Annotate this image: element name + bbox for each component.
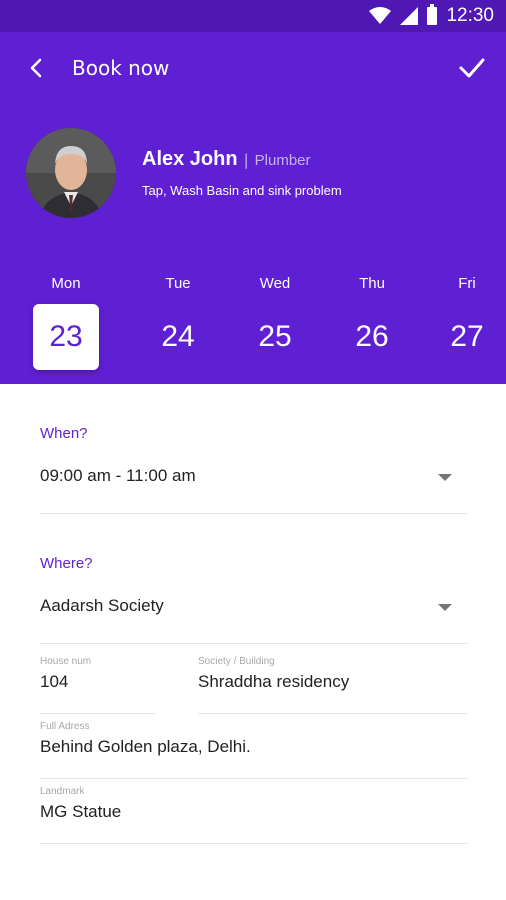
landmark-label: Landmark <box>40 786 85 797</box>
full-address-label: Full Adress <box>40 721 90 732</box>
full-address-value: Behind Golden plaza, Delhi. <box>40 737 251 756</box>
society-value: Shraddha residency <box>198 672 350 691</box>
society-label: Society / Building <box>198 656 275 667</box>
app-bar: Book now <box>0 32 506 104</box>
status-bar: 12:30 <box>0 0 506 32</box>
day-name: Thu <box>359 275 385 292</box>
day-tue[interactable]: Tue 24 <box>136 270 220 370</box>
day-wed[interactable]: Wed 25 <box>233 270 317 370</box>
day-date: 25 <box>258 320 292 353</box>
time-slot-value: 09:00 am - 11:00 am <box>40 466 196 485</box>
full-address-field[interactable]: Full Adress Behind Golden plaza, Delhi. <box>40 721 468 779</box>
landmark-field[interactable]: Landmark MG Statue <box>40 786 468 844</box>
provider-avatar <box>26 128 116 218</box>
day-date: 23 <box>33 304 99 370</box>
house-num-value: 104 <box>40 672 69 691</box>
day-date: 24 <box>161 320 195 353</box>
job-description: Tap, Wash Basin and sink problem <box>142 183 342 198</box>
avatar-photo-icon <box>26 128 116 218</box>
when-label: When? <box>40 425 88 442</box>
dropdown-arrow-icon <box>438 604 452 611</box>
landmark-value: MG Statue <box>40 802 122 821</box>
house-num-field[interactable]: House num 104 <box>40 656 156 714</box>
area-select[interactable]: Aadarsh Society <box>40 582 468 644</box>
day-thu[interactable]: Thu 26 <box>330 270 414 370</box>
confirm-button[interactable] <box>456 52 488 84</box>
day-fri[interactable]: Fri 27 <box>425 270 506 370</box>
page-title: Book now <box>72 56 170 80</box>
day-name: Mon <box>51 275 81 292</box>
day-date: 26 <box>355 320 389 353</box>
time-slot-select[interactable]: 09:00 am - 11:00 am <box>40 452 468 514</box>
day-mon[interactable]: Mon 23 <box>24 270 108 370</box>
provider-name: Alex John <box>142 148 238 170</box>
date-picker: Mon 23 Tue 24 Wed 25 Thu 26 Fri 27 <box>0 270 506 384</box>
chevron-left-icon <box>30 58 42 78</box>
back-button[interactable] <box>20 52 52 84</box>
day-name: Tue <box>165 275 191 292</box>
battery-icon <box>427 4 438 25</box>
society-field[interactable]: Society / Building Shraddha residency <box>198 656 468 714</box>
house-num-label: House num <box>40 656 92 667</box>
signal-icon <box>400 7 419 25</box>
where-label: Where? <box>40 555 93 572</box>
area-value: Aadarsh Society <box>40 596 164 615</box>
dropdown-arrow-icon <box>438 474 452 481</box>
name-separator: | <box>243 151 249 169</box>
day-name: Fri <box>458 275 476 292</box>
day-date: 27 <box>450 320 484 353</box>
wifi-icon <box>369 7 392 24</box>
check-icon <box>459 58 485 78</box>
day-name: Wed <box>259 275 291 292</box>
provider-name-row: Alex John | Plumber <box>142 148 311 171</box>
status-time: 12:30 <box>446 5 494 26</box>
provider-role: Plumber <box>254 152 311 169</box>
